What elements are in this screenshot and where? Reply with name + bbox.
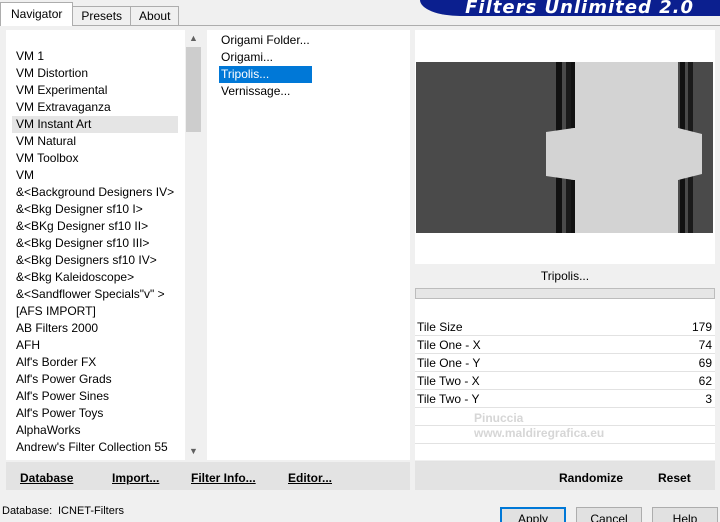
category-item[interactable]: [AFS IMPORT]	[12, 303, 178, 320]
parameter-value: 179	[691, 319, 712, 334]
category-item[interactable]: VM Natural	[12, 133, 178, 150]
filter-list[interactable]: Origami Folder... Origami... Tripolis... Ve…	[207, 30, 410, 460]
parameter-value: 74	[698, 337, 712, 352]
parameter-name: Tile Two - Y	[417, 391, 480, 406]
status-database-label: Database:	[2, 505, 53, 517]
category-item[interactable]: VM Experimental	[12, 82, 178, 99]
category-item[interactable]: &<Sandflower Specials"v" >	[12, 286, 178, 303]
parameter-value: 62	[698, 373, 712, 388]
filter-item[interactable]: Origami Folder...	[219, 32, 312, 49]
parameter-row[interactable]: Tile One - Y 69	[415, 354, 715, 372]
database-button[interactable]: Database	[20, 462, 73, 490]
current-filter-title: Tripolis...	[415, 264, 715, 288]
filter-info-button[interactable]: Filter Info...	[191, 462, 256, 490]
category-item[interactable]: Alf's Border FX	[12, 354, 178, 371]
category-item[interactable]: AFH	[12, 337, 178, 354]
status-database: Database: ICNET-Filters	[2, 504, 202, 518]
scroll-thumb[interactable]	[186, 47, 201, 132]
status-area: Database: ICNET-Filters	[2, 504, 202, 518]
randomize-button[interactable]: Randomize	[559, 462, 623, 490]
tab-presets[interactable]: Presets	[72, 6, 132, 26]
category-item[interactable]: Andrew's Filter Collection 55	[12, 439, 178, 456]
parameter-name: Tile Size	[417, 319, 463, 334]
parameter-name: Tile One - X	[417, 337, 481, 352]
tab-about[interactable]: About	[130, 6, 180, 26]
watermark: Pinuccia www.maldiregrafica.eu	[474, 411, 604, 441]
left-toolbar: Database Import... Filter Info... Editor…	[6, 462, 410, 490]
preview-image	[416, 62, 713, 233]
category-list[interactable]: VM 1 VM Distortion VM Experimental VM Extra…	[6, 30, 202, 460]
parameter-row[interactable]: Tile Size 179	[415, 318, 715, 336]
scroll-up-arrow-icon[interactable]: ▲	[185, 30, 202, 47]
parameter-row[interactable]: Tile One - X 74	[415, 336, 715, 354]
parameter-value: 3	[705, 391, 712, 406]
parameter-value: 69	[698, 355, 712, 370]
watermark-line-1: Pinuccia	[474, 411, 524, 425]
category-item[interactable]: VM Instant Art	[12, 116, 179, 133]
app-title: Filters Unlimited 2.0	[465, 0, 694, 16]
parameter-row[interactable]: Tile Two - X 62	[415, 372, 715, 390]
category-item[interactable]: &<Bkg Designer sf10 I>	[12, 201, 178, 218]
help-button[interactable]: Help	[652, 507, 718, 522]
apply-button[interactable]: Apply	[500, 507, 566, 522]
right-toolbar: Randomize Reset	[415, 462, 715, 490]
import-button[interactable]: Import...	[112, 462, 159, 490]
tab-navigator[interactable]: Navigator	[0, 2, 74, 26]
category-items: VM 1 VM Distortion VM Experimental VM Extra…	[12, 48, 179, 456]
category-item[interactable]: VM 1	[12, 48, 178, 65]
category-item[interactable]: &<Bkg Designer sf10 III>	[12, 235, 178, 252]
filter-items: Origami Folder... Origami... Tripolis... Ve…	[219, 32, 312, 100]
category-item[interactable]: VM Distortion	[12, 65, 178, 82]
filter-item[interactable]: Origami...	[219, 49, 312, 66]
progress-bar	[415, 288, 715, 299]
category-item[interactable]: VM Extravaganza	[12, 99, 178, 116]
scroll-down-arrow-icon[interactable]: ▼	[185, 443, 202, 460]
category-item[interactable]: Alf's Power Sines	[12, 388, 178, 405]
parameter-name: Tile Two - X	[417, 373, 480, 388]
app-banner: Filters Unlimited 2.0	[420, 0, 720, 16]
reset-button[interactable]: Reset	[658, 462, 691, 490]
filter-item[interactable]: Vernissage...	[219, 83, 312, 100]
tripolis-preview-graphic	[416, 62, 713, 233]
category-item[interactable]: &<Bkg Designers sf10 IV>	[12, 252, 178, 269]
category-item[interactable]: AB Filters 2000	[12, 320, 178, 337]
category-item[interactable]: VM	[12, 167, 178, 184]
editor-button[interactable]: Editor...	[288, 462, 332, 490]
preview-panel: Tripolis... Tile Size 179 Tile One - X 74 Ti…	[415, 30, 715, 462]
category-scrollbar[interactable]: ▲ ▼	[185, 30, 202, 460]
category-item[interactable]: Alf's Power Grads	[12, 371, 178, 388]
category-item[interactable]: VM Toolbox	[12, 150, 178, 167]
status-database-value: ICNET-Filters	[58, 505, 124, 517]
filter-item[interactable]: Tripolis...	[219, 66, 312, 83]
tab-bar: Navigator Presets About	[0, 0, 180, 26]
parameter-name: Tile One - Y	[417, 355, 481, 370]
parameter-row[interactable]: Tile Two - Y 3	[415, 390, 715, 408]
category-item[interactable]: AlphaWorks	[12, 422, 178, 439]
category-item[interactable]: Alf's Power Toys	[12, 405, 178, 422]
category-item[interactable]: &<Background Designers IV>	[12, 184, 178, 201]
cancel-button[interactable]: Cancel	[576, 507, 642, 522]
watermark-line-2: www.maldiregrafica.eu	[474, 426, 605, 440]
category-item[interactable]: &<Bkg Kaleidoscope>	[12, 269, 178, 286]
parameter-row-empty	[415, 444, 715, 462]
category-item[interactable]: &<BKg Designer sf10 II>	[12, 218, 178, 235]
